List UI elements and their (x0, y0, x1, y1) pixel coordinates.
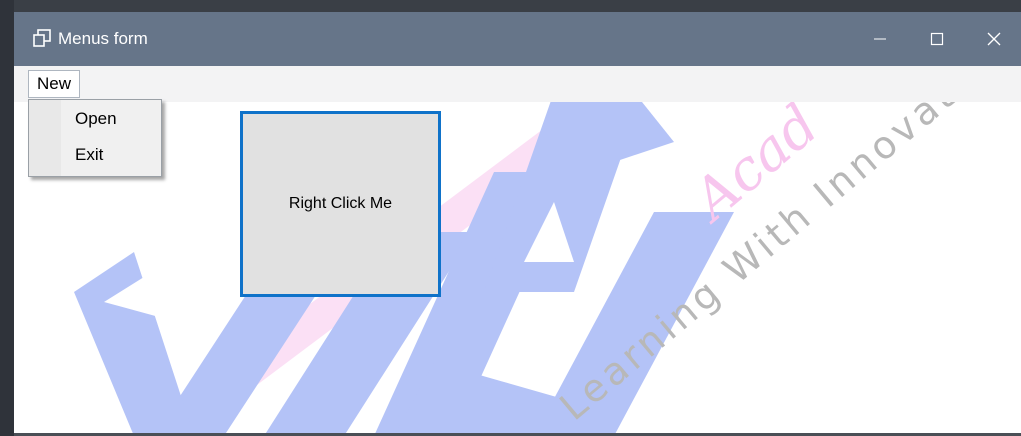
close-icon (987, 32, 1001, 46)
menu-new[interactable]: New (28, 70, 80, 98)
menu-item-open[interactable]: Open (29, 102, 161, 136)
academy-watermark-logo: Acad Learning With Innovatio (74, 102, 997, 436)
right-click-target[interactable]: Right Click Me (240, 111, 441, 297)
minimize-button[interactable] (850, 12, 910, 66)
right-click-label: Right Click Me (288, 195, 393, 212)
maximize-button[interactable] (907, 12, 967, 66)
minimize-icon (874, 38, 886, 40)
window-title: Menus form (58, 29, 148, 48)
menus-form-window: Menus form New Acad Learning With Innova… (14, 12, 1021, 436)
new-menu-dropdown: Open Exit (28, 99, 162, 177)
menu-item-open-label: Open (75, 109, 117, 128)
title-bar[interactable]: Menus form (14, 12, 1021, 66)
close-button[interactable] (964, 12, 1021, 66)
form-client-area: Acad Learning With Innovatio (14, 102, 1021, 436)
background-editor-strip (0, 0, 14, 436)
maximize-icon (930, 32, 944, 46)
menu-strip: New (14, 66, 1021, 102)
menu-item-exit-label: Exit (75, 145, 104, 164)
menu-item-exit[interactable]: Exit (29, 138, 161, 172)
form-window-icon (33, 29, 51, 47)
